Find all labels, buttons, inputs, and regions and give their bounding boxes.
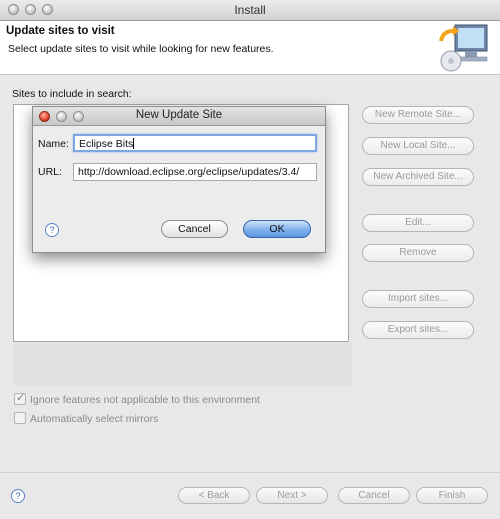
remove-button[interactable]: Remove	[362, 244, 474, 262]
new-archived-site-button[interactable]: New Archived Site...	[362, 168, 474, 186]
dialog-ok-button[interactable]: OK	[243, 220, 311, 238]
back-button[interactable]: < Back	[178, 487, 250, 504]
install-monitor-icon	[439, 24, 488, 72]
dialog-title: New Update Site	[135, 109, 223, 121]
page-description: Select update sites to visit while looki…	[8, 43, 274, 55]
sites-label: Sites to include in search:	[12, 88, 132, 100]
text-cursor	[133, 138, 135, 149]
url-field[interactable]: http://download.eclipse.org/eclipse/upda…	[73, 163, 317, 181]
finish-button[interactable]: Finish	[416, 487, 488, 504]
dialog-help-icon[interactable]: ?	[45, 223, 59, 237]
new-update-site-dialog[interactable]: New Update Site Name: Eclipse Bits URL: …	[32, 106, 326, 253]
next-button[interactable]: Next >	[256, 487, 328, 504]
dialog-titlebar[interactable]: New Update Site	[33, 107, 325, 126]
auto-mirrors-option[interactable]: Automatically select mirrors	[14, 412, 158, 425]
header-banner: Update sites to visit Select update site…	[0, 21, 500, 75]
name-field-value: Eclipse Bits	[79, 138, 134, 150]
page-title: Update sites to visit	[6, 25, 115, 37]
url-label: URL:	[38, 166, 62, 178]
dialog-cancel-button[interactable]: Cancel	[161, 220, 228, 238]
list-footer-area	[13, 342, 352, 386]
export-sites-button[interactable]: Export sites...	[362, 321, 474, 339]
name-field[interactable]: Eclipse Bits	[73, 134, 317, 152]
new-remote-site-button[interactable]: New Remote Site...	[362, 106, 474, 124]
ignore-features-checkbox[interactable]: ✓	[14, 392, 26, 405]
new-local-site-button[interactable]: New Local Site...	[362, 137, 474, 155]
checkmark-icon: ✓	[16, 392, 26, 404]
ignore-features-option[interactable]: ✓ Ignore features not applicable to this …	[14, 392, 260, 406]
help-icon[interactable]: ?	[11, 489, 25, 503]
window-titlebar[interactable]: Install	[0, 0, 500, 21]
cancel-button[interactable]: Cancel	[338, 487, 410, 504]
ignore-features-label: Ignore features not applicable to this e…	[30, 394, 260, 406]
window-title: Install	[234, 3, 266, 17]
edit-button[interactable]: Edit...	[362, 214, 474, 232]
name-label: Name:	[38, 138, 69, 150]
auto-mirrors-checkbox[interactable]	[14, 412, 26, 424]
footer-divider	[0, 472, 500, 473]
import-sites-button[interactable]: Import sites...	[362, 290, 474, 308]
auto-mirrors-label: Automatically select mirrors	[30, 413, 159, 425]
